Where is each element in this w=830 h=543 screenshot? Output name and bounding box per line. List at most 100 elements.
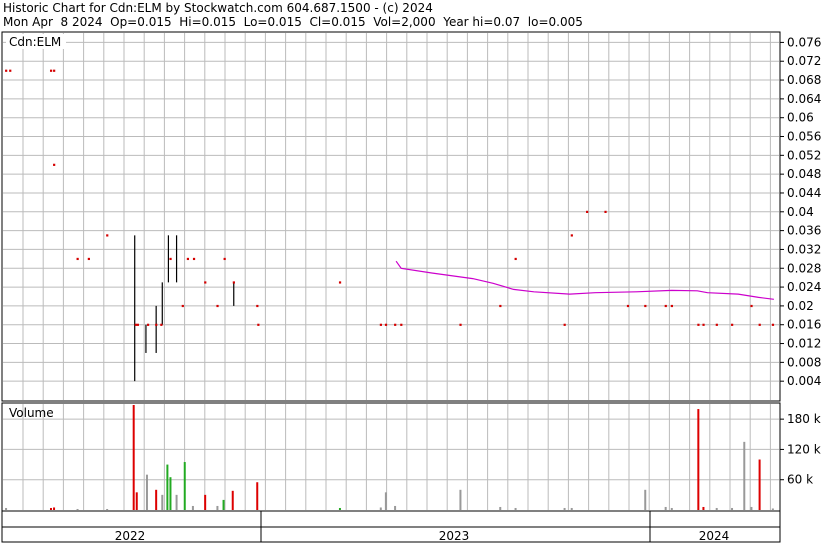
volume-bar <box>106 508 109 510</box>
price-point <box>604 210 607 213</box>
price-point <box>586 210 589 213</box>
price-tick-label: 0.068 <box>787 73 821 87</box>
price-point <box>256 304 259 308</box>
price-tick-label: 0.032 <box>787 242 821 256</box>
price-point <box>5 69 8 72</box>
volume-bar <box>563 507 566 510</box>
volume-bar <box>256 482 259 510</box>
volume-bar <box>132 405 135 510</box>
volume-tick-label: 60 k <box>787 473 813 487</box>
price-panel-frame <box>1 31 781 402</box>
price-tick-label: 0.036 <box>787 224 821 238</box>
volume-bar <box>161 494 164 510</box>
price-series <box>5 69 775 382</box>
volume-bar <box>379 507 382 510</box>
price-point <box>644 304 647 308</box>
volume-bar <box>394 505 397 510</box>
price-point <box>134 323 137 326</box>
volume-bar <box>338 507 341 510</box>
volume-bar <box>664 506 667 510</box>
price-point <box>379 323 382 326</box>
volume-bar <box>166 464 169 510</box>
price-point <box>169 257 172 261</box>
price-tick-label: 0.076 <box>787 35 821 49</box>
volume-bar <box>758 459 761 510</box>
moving-average-line <box>395 260 774 300</box>
price-point <box>702 323 705 326</box>
price-axis: 0.004 0.008 0.012 0.016 0.02 0.024 0.028 0.032 0… <box>780 35 821 388</box>
volume-bar <box>49 507 52 510</box>
volume-bar <box>644 489 647 510</box>
volume-bar <box>53 507 56 510</box>
price-point <box>232 281 235 284</box>
volume-bar <box>743 441 746 510</box>
volume-tick-label: 180 k <box>787 412 821 426</box>
price-point <box>9 69 12 72</box>
volume-bar <box>175 494 178 510</box>
volume-bar <box>155 489 158 510</box>
volume-bar <box>145 474 148 510</box>
price-point <box>87 257 90 261</box>
volume-bar <box>771 508 774 510</box>
price-point <box>758 323 761 326</box>
price-tick-label: 0.016 <box>787 318 821 332</box>
price-point <box>664 304 667 308</box>
year-label: 2024 <box>699 529 730 543</box>
price-point <box>563 323 566 326</box>
price-point <box>136 323 139 326</box>
volume-panel-label: Volume <box>9 406 54 420</box>
price-point <box>731 323 734 326</box>
year-label: 2023 <box>439 529 470 543</box>
price-tick-label: 0.064 <box>787 92 821 106</box>
price-point <box>459 323 462 326</box>
volume-bar <box>169 477 172 510</box>
price-point <box>257 323 260 326</box>
price-tick-label: 0.004 <box>787 374 821 388</box>
price-tick-label: 0.044 <box>787 186 821 200</box>
price-tick-label: 0.048 <box>787 167 821 181</box>
volume-bar <box>697 409 700 510</box>
price-tick-label: 0.056 <box>787 130 821 144</box>
price-tick-label: 0.008 <box>787 355 821 369</box>
price-point <box>155 323 158 326</box>
volume-bar <box>459 489 462 510</box>
price-point <box>697 323 700 326</box>
volume-grid <box>3 404 779 510</box>
price-point <box>216 304 219 308</box>
price-tick-label: 0.072 <box>787 54 821 68</box>
volume-bar <box>750 506 753 510</box>
price-tick-label: 0.012 <box>787 337 821 351</box>
price-point <box>181 304 184 308</box>
price-point <box>400 323 403 326</box>
volume-bar <box>731 507 734 510</box>
price-point <box>192 257 196 261</box>
volume-bar <box>204 494 207 510</box>
price-point <box>570 234 573 237</box>
price-panel-label: Cdn:ELM <box>9 35 61 49</box>
volume-tick-label: 120 k <box>787 442 821 456</box>
stock-chart: Cdn:ELM Volume 0.0040.0080.0120.0160.020… <box>1 31 821 543</box>
price-tick-label: 0.052 <box>787 148 821 162</box>
price-point <box>223 257 226 261</box>
moving-average-series <box>395 260 774 300</box>
price-point <box>160 323 163 326</box>
price-point <box>338 281 342 284</box>
price-tick-label: 0.028 <box>787 261 821 275</box>
price-point <box>53 163 56 166</box>
volume-bar <box>76 508 79 510</box>
price-point <box>186 257 190 261</box>
chart-page: Historic Chart for Cdn:ELM by Stockwatch… <box>0 0 830 543</box>
volume-bar <box>499 506 502 510</box>
time-axis-band <box>1 510 781 528</box>
price-point <box>394 323 397 326</box>
price-point <box>750 304 753 308</box>
volume-bar <box>191 505 194 510</box>
volume-axis: 60 k 120 k 180 k <box>780 412 821 487</box>
volume-bar <box>183 462 186 510</box>
volume-bar <box>216 505 219 510</box>
price-point <box>384 323 388 326</box>
volume-bar <box>670 507 673 510</box>
price-point <box>514 257 517 261</box>
price-tick-label: 0.024 <box>787 280 821 294</box>
price-tick-label: 0.02 <box>787 299 814 313</box>
